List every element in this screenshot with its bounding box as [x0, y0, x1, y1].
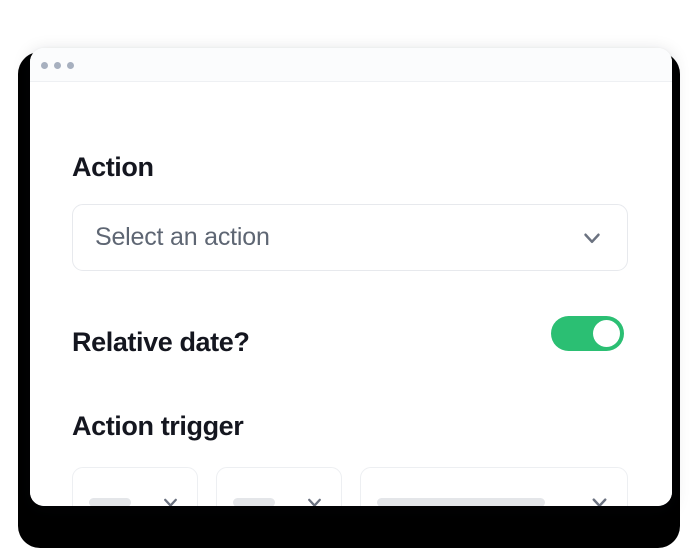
- screenshot-stage: Action Select an action Relative date? A…: [0, 0, 700, 560]
- browser-chrome-bar: [30, 48, 672, 82]
- chevron-down-icon: [588, 491, 611, 506]
- action-trigger-heading: Action trigger: [72, 411, 244, 441]
- trigger-select-2[interactable]: [216, 467, 342, 506]
- toggle-knob: [593, 320, 620, 347]
- action-heading: Action: [72, 152, 154, 182]
- relative-date-toggle[interactable]: [551, 316, 624, 351]
- action-select-placeholder: Select an action: [95, 223, 270, 251]
- trigger-select-1[interactable]: [72, 467, 198, 506]
- skeleton-placeholder-bar: [233, 497, 275, 506]
- action-select[interactable]: Select an action: [72, 204, 628, 271]
- chevron-down-icon: [160, 492, 181, 506]
- form-content: Action Select an action Relative date? A…: [30, 82, 672, 506]
- window-dot-close-icon[interactable]: [41, 62, 48, 69]
- chevron-down-icon: [579, 225, 605, 251]
- browser-window: Action Select an action Relative date? A…: [30, 48, 672, 506]
- skeleton-placeholder-bar: [377, 497, 545, 506]
- window-dot-minimize-icon[interactable]: [54, 62, 61, 69]
- window-controls: [41, 62, 74, 69]
- trigger-select-3[interactable]: [360, 467, 628, 506]
- chevron-down-icon: [304, 492, 325, 506]
- window-dot-maximize-icon[interactable]: [67, 62, 74, 69]
- skeleton-placeholder-bar: [89, 497, 131, 506]
- relative-date-heading: Relative date?: [72, 327, 250, 357]
- action-trigger-select-group: [72, 467, 628, 506]
